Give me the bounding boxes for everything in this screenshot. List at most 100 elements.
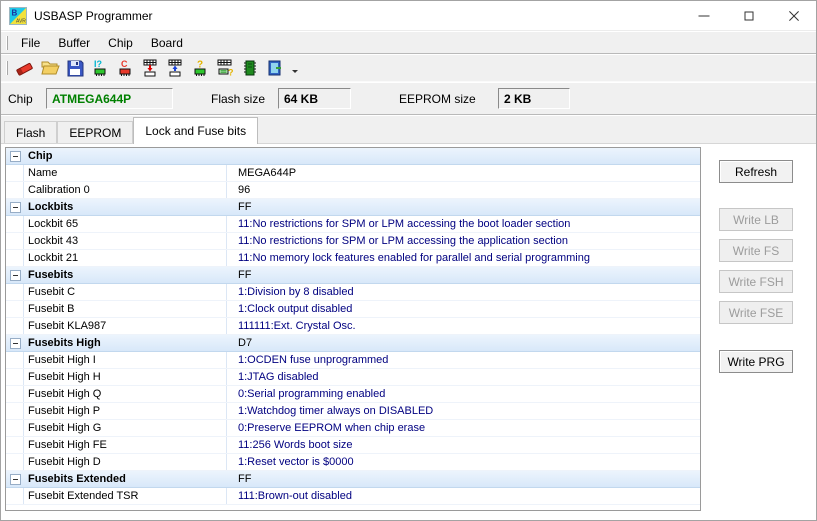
open-file-button[interactable] bbox=[38, 56, 62, 80]
flash-size-field: 64 KB bbox=[278, 88, 351, 109]
verify-flash-icon: ? bbox=[190, 58, 210, 78]
write-fse-button[interactable]: Write FSE bbox=[719, 301, 793, 324]
chip-info-row: Chip ATMEGA644P Flash size 64 KB EEPROM … bbox=[1, 83, 816, 115]
menu-item-chip[interactable]: Chip bbox=[99, 33, 142, 53]
fuse-row-value bbox=[227, 148, 700, 164]
verify-flash-button[interactable]: ? bbox=[188, 56, 212, 80]
fuse-row[interactable]: NameMEGA644P bbox=[6, 165, 700, 182]
fuse-row-label: Fusebits Extended bbox=[24, 471, 227, 487]
calibration-button[interactable]: C bbox=[113, 56, 137, 80]
tab-flash[interactable]: Flash bbox=[4, 121, 57, 143]
chip-value-field: ATMEGA644P bbox=[46, 88, 173, 109]
menu-items: FileBufferChipBoard bbox=[12, 33, 192, 53]
fuse-row[interactable]: Calibration 096 bbox=[6, 182, 700, 199]
title-bar: B AVR USBASP Programmer bbox=[1, 1, 816, 31]
fuse-row-value: FF bbox=[227, 471, 700, 487]
write-lb-button[interactable]: Write LB bbox=[719, 208, 793, 231]
row-gutter bbox=[6, 488, 24, 504]
menu-item-board[interactable]: Board bbox=[142, 33, 192, 53]
fuse-row-value: 96 bbox=[227, 182, 700, 198]
fuse-row[interactable]: Fusebit High D1:Reset vector is $0000 bbox=[6, 454, 700, 471]
fuse-row[interactable]: Fusebit High G0:Preserve EEPROM when chi… bbox=[6, 420, 700, 437]
collapse-toggle-icon[interactable] bbox=[10, 474, 21, 485]
eeprom-size-label: EEPROM size bbox=[399, 92, 476, 106]
collapse-toggle-icon[interactable] bbox=[10, 202, 21, 213]
row-gutter bbox=[6, 454, 24, 470]
menu-item-buffer[interactable]: Buffer bbox=[49, 33, 99, 53]
row-gutter bbox=[6, 386, 24, 402]
fuse-row[interactable]: Fusebit C1:Division by 8 disabled bbox=[6, 284, 700, 301]
fuse-row-value: 11:No memory lock features enabled for p… bbox=[227, 250, 700, 266]
app-icon: B AVR bbox=[9, 7, 27, 25]
fuse-row[interactable]: Fusebit KLA987111111:Ext. Crystal Osc. bbox=[6, 318, 700, 335]
refresh-button[interactable]: Refresh bbox=[719, 160, 793, 183]
fuse-row[interactable]: Lockbit 4311:No restrictions for SPM or … bbox=[6, 233, 700, 250]
row-gutter bbox=[6, 148, 24, 164]
fuse-row-value: 1:Clock output disabled bbox=[227, 301, 700, 317]
fuse-row[interactable]: Fusebit Extended TSR111:Brown-out disabl… bbox=[6, 488, 700, 505]
row-gutter bbox=[6, 233, 24, 249]
collapse-toggle-icon[interactable] bbox=[10, 338, 21, 349]
overflow-arrow-icon bbox=[290, 58, 300, 78]
menu-item-file[interactable]: File bbox=[12, 33, 49, 53]
maximize-button[interactable] bbox=[726, 1, 771, 31]
fuse-row[interactable]: Fusebit High H1:JTAG disabled bbox=[6, 369, 700, 386]
minimize-button[interactable] bbox=[681, 1, 726, 31]
fuse-row-label: Fusebit High P bbox=[24, 403, 227, 419]
fuse-row[interactable]: Fusebit High I1:OCDEN fuse unprogrammed bbox=[6, 352, 700, 369]
chip-info-button[interactable]: I? bbox=[88, 56, 112, 80]
fuse-row[interactable]: Fusebit High FE11:256 Words boot size bbox=[6, 437, 700, 454]
app-window: B AVR USBASP Programmer FileBufferChipBo… bbox=[0, 0, 817, 521]
fuse-group-row[interactable]: Fusebits ExtendedFF bbox=[6, 471, 700, 488]
fuse-group-row[interactable]: Fusebits HighD7 bbox=[6, 335, 700, 352]
fuse-row-label: Fusebit C bbox=[24, 284, 227, 300]
exit-button[interactable] bbox=[263, 56, 287, 80]
tab-lock-and-fuse-bits[interactable]: Lock and Fuse bits bbox=[133, 117, 258, 144]
tab-eeprom[interactable]: EEPROM bbox=[57, 121, 133, 143]
row-gutter bbox=[6, 437, 24, 453]
read-flash-button[interactable] bbox=[163, 56, 187, 80]
collapse-toggle-icon[interactable] bbox=[10, 270, 21, 281]
row-gutter bbox=[6, 301, 24, 317]
fuse-row[interactable]: Lockbit 2111:No memory lock features ena… bbox=[6, 250, 700, 267]
fuse-row-value: 1:Reset vector is $0000 bbox=[227, 454, 700, 470]
fuse-row-value: 1:Watchdog timer always on DISABLED bbox=[227, 403, 700, 419]
fuse-group-row[interactable]: FusebitsFF bbox=[6, 267, 700, 284]
row-gutter bbox=[6, 165, 24, 181]
row-gutter bbox=[6, 471, 24, 487]
fuse-row-value: 11:No restrictions for SPM or LPM access… bbox=[227, 216, 700, 232]
row-gutter bbox=[6, 199, 24, 215]
row-gutter bbox=[6, 284, 24, 300]
close-button[interactable] bbox=[771, 1, 816, 31]
fuse-row-label: Fusebit High I bbox=[24, 352, 227, 368]
fuse-row[interactable]: Fusebit High P1:Watchdog timer always on… bbox=[6, 403, 700, 420]
fuse-row-label: Chip bbox=[24, 148, 227, 164]
overflow-arrow-button[interactable] bbox=[288, 56, 301, 80]
row-gutter bbox=[6, 420, 24, 436]
fuse-row-label: Lockbit 21 bbox=[24, 250, 227, 266]
row-gutter bbox=[6, 352, 24, 368]
write-fs-button[interactable]: Write FS bbox=[719, 239, 793, 262]
collapse-toggle-icon[interactable] bbox=[10, 151, 21, 162]
erase-chip-button[interactable] bbox=[13, 56, 37, 80]
fuse-group-row[interactable]: LockbitsFF bbox=[6, 199, 700, 216]
menu-gripper bbox=[6, 36, 8, 50]
chip-icon bbox=[240, 58, 260, 78]
chip-button[interactable] bbox=[238, 56, 262, 80]
fuse-row[interactable]: Fusebit High Q0:Serial programming enabl… bbox=[6, 386, 700, 403]
fuse-row[interactable]: Fusebit B1:Clock output disabled bbox=[6, 301, 700, 318]
fuse-row[interactable]: Lockbit 6511:No restrictions for SPM or … bbox=[6, 216, 700, 233]
write-flash-button[interactable] bbox=[138, 56, 162, 80]
fuse-row-label: Fusebit Extended TSR bbox=[24, 488, 227, 504]
write-prg-button[interactable]: Write PRG bbox=[719, 350, 793, 373]
row-gutter bbox=[6, 182, 24, 198]
menu-bar: FileBufferChipBoard bbox=[1, 32, 816, 54]
eeprom-size-field: 2 KB bbox=[498, 88, 570, 109]
row-gutter bbox=[6, 267, 24, 283]
fuse-group-row[interactable]: Chip bbox=[6, 148, 700, 165]
fuse-table: ChipNameMEGA644PCalibration 096LockbitsF… bbox=[5, 147, 701, 511]
write-fsh-button[interactable]: Write FSH bbox=[719, 270, 793, 293]
fuse-row-value: MEGA644P bbox=[227, 165, 700, 181]
compare-flash-button[interactable]: ? bbox=[213, 56, 237, 80]
save-file-button[interactable] bbox=[63, 56, 87, 80]
